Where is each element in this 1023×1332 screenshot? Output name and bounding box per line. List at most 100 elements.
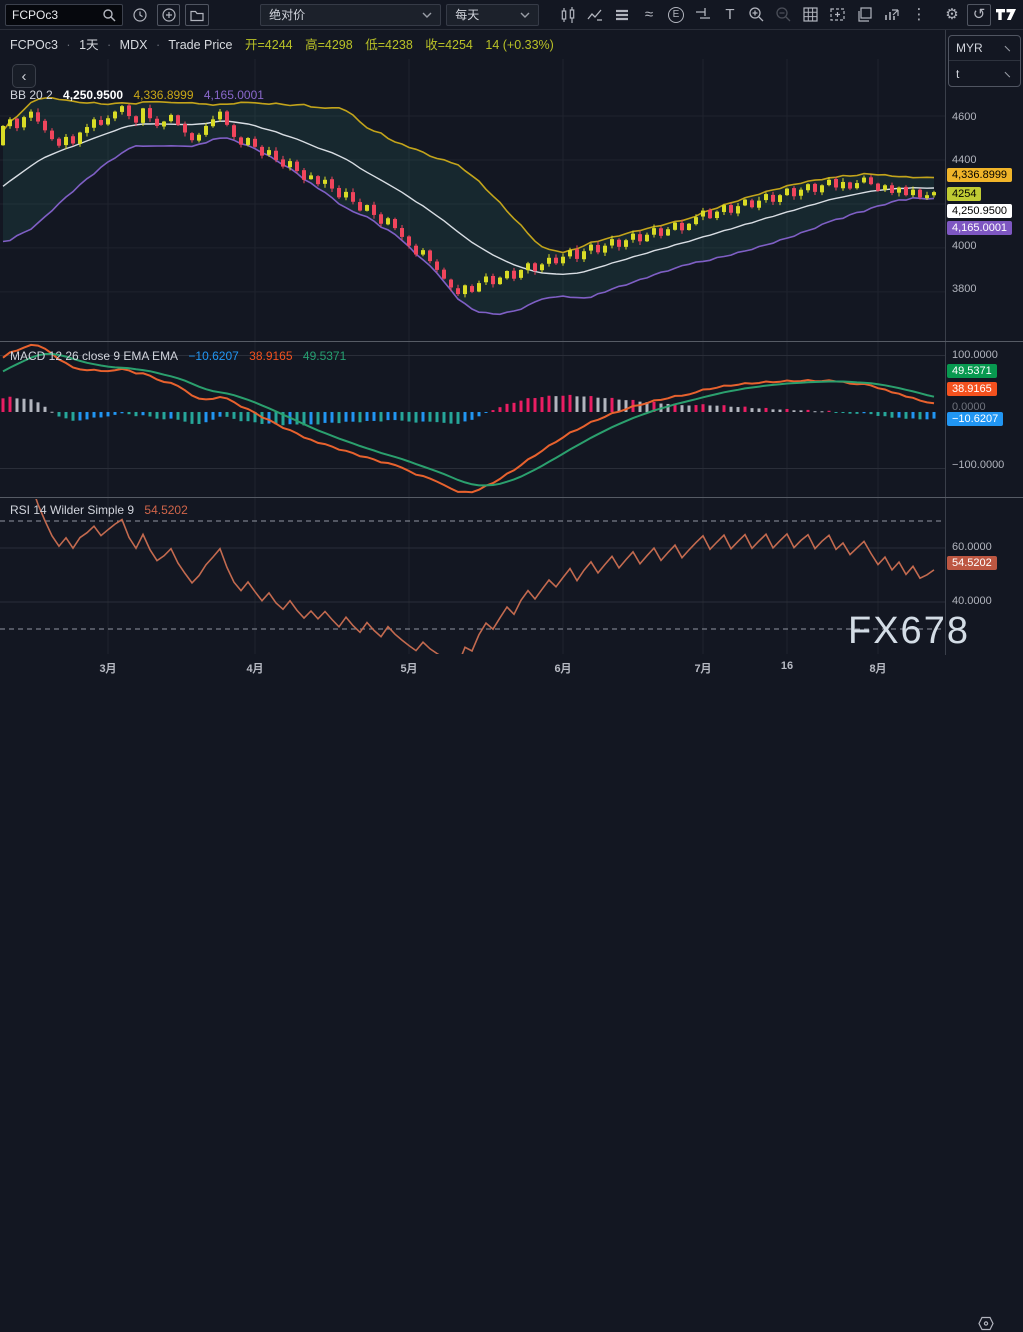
price-mode-value: 绝对价 [269,6,305,23]
macd-tick: 100.0000 [952,349,998,361]
bb-basis-value: 4,250.9500 [63,88,123,102]
price-tick: 4400 [952,154,976,166]
chevron-down-icon [1005,42,1015,52]
chevron-down-icon [520,12,530,18]
unit-value: t [956,67,959,81]
price-tick: 4600 [952,111,976,123]
currency-dropdown[interactable]: MYR [949,36,1020,61]
time-tick: 16 [781,660,793,672]
gear-icon: ⚙ [945,7,958,22]
undo-button[interactable]: ↺ [967,4,991,26]
ohlc-open: 开=4244 [245,38,293,52]
bb-legend[interactable]: BB 20 2 4,250.9500 4,336.8999 4,165.0001 [10,88,271,102]
price-scale[interactable]: MYR t 4600 4400 4000 3800 4,336.8999 425… [945,30,1023,680]
export-chart-button[interactable] [880,4,904,26]
interval-value: 每天 [455,6,479,23]
symbol-exchange: MDX [120,38,148,52]
plus-circle-icon [161,7,177,23]
e-circle-icon: E [668,7,684,23]
grid-icon [802,6,819,23]
copy-chart-button[interactable] [853,4,877,26]
currency-value: MYR [956,41,983,55]
symbol-name: FCPOc3 [10,38,58,52]
rsi-value: 54.5202 [144,503,187,517]
macd-title: MACD 12 26 close 9 EMA EMA [10,349,178,363]
snapshot-button[interactable] [826,4,850,26]
macd-line-badge: 38.9165 [947,382,997,396]
candlestick-icon [559,6,577,24]
indicators-button[interactable] [583,4,607,26]
time-tick: 7月 [694,660,711,676]
grid-view-button[interactable] [799,4,823,26]
rsi-tick: 40.0000 [952,595,992,607]
price-tick: 3800 [952,283,976,295]
layers-icon [613,6,631,24]
copy-icon [856,6,873,23]
price-line-button[interactable] [691,4,715,26]
bb-lower-badge: 4,165.0001 [947,221,1012,235]
price-tick: 4000 [952,240,976,252]
fx678-watermark: FX678 [848,610,970,653]
price-line-icon [694,6,712,24]
compare-button[interactable] [610,4,634,26]
folder-icon [189,7,205,23]
price-mode-dropdown[interactable]: 绝对价 [260,4,441,26]
kebab-menu-icon: ⋮ [911,7,926,22]
settings-button[interactable]: ⚙ [940,4,964,26]
waves-icon: ≈ [645,7,653,22]
time-scale[interactable]: 3月4月5月6月7月168月 [0,655,1023,680]
ohlc-change: 14 (+0.33%) [485,38,553,52]
chart-style-button[interactable] [556,4,580,26]
toolbar-icons: ≈ E T ⋮ ⚙ [556,4,1018,26]
add-symbol-button[interactable] [157,4,181,26]
macd-tick: −100.0000 [952,459,1004,471]
more-options-button[interactable]: ⋮ [907,4,931,26]
symbol-info-bar[interactable]: FCPOc3 · 1天 · MDX · Trade Price 开=4244 高… [10,33,554,57]
bb-basis-badge: 4,250.9500 [947,204,1012,218]
rsi-legend[interactable]: RSI 14 Wilder Simple 9 54.5202 [10,503,195,517]
indicators-icon [586,6,604,24]
bb-upper-value: 4,336.8999 [133,88,193,102]
text-tool-icon: T [725,7,734,22]
panel-divider[interactable] [0,497,1023,498]
bar-chart-export-icon [883,6,900,23]
chevron-down-icon [1005,67,1015,77]
panel-divider[interactable] [0,341,1023,342]
ohlc-high: 高=4298 [305,38,353,52]
time-tick: 8月 [869,660,886,676]
text-tool-button[interactable]: T [718,4,742,26]
zoom-out-button[interactable] [772,4,796,26]
search-icon [102,8,116,22]
zoom-in-button[interactable] [745,4,769,26]
symbol-search[interactable]: FCPOc3 [5,4,123,26]
unit-dropdown[interactable]: t [949,61,1020,86]
back-button[interactable]: ‹ [12,64,36,88]
bb-upper-badge: 4,336.8999 [947,168,1012,182]
clock-icon [132,7,148,23]
rsi-badge: 54.5202 [947,556,997,570]
tradingview-logo-button[interactable] [994,4,1018,26]
macd-hist-badge: −10.6207 [947,412,1003,426]
snapshot-icon [829,6,846,23]
history-clock-button[interactable] [128,4,152,26]
zoom-in-icon [748,6,765,23]
chevron-down-icon [422,12,432,18]
timezone-button[interactable] [976,1315,996,1332]
macd-line-value: 38.9165 [249,349,292,363]
macd-legend[interactable]: MACD 12 26 close 9 EMA EMA −10.6207 38.9… [10,349,353,363]
waves-button[interactable]: ≈ [637,4,661,26]
events-button[interactable]: E [664,4,688,26]
time-tick: 5月 [400,660,417,676]
ohlc-low: 低=4238 [365,38,413,52]
bb-lower-value: 4,165.0001 [204,88,264,102]
symbol-price-type: Trade Price [168,38,232,52]
ohlc-close: 收=4254 [425,38,473,52]
currency-unit-box: MYR t [948,35,1021,87]
macd-signal-badge: 49.5371 [947,364,997,378]
symbol-interval: 1天 [79,38,98,52]
folder-button[interactable] [185,4,209,26]
last-price-badge: 4254 [947,187,981,201]
time-tick: 6月 [554,660,571,676]
macd-hist-value: −10.6207 [188,349,238,363]
interval-dropdown[interactable]: 每天 [446,4,539,26]
